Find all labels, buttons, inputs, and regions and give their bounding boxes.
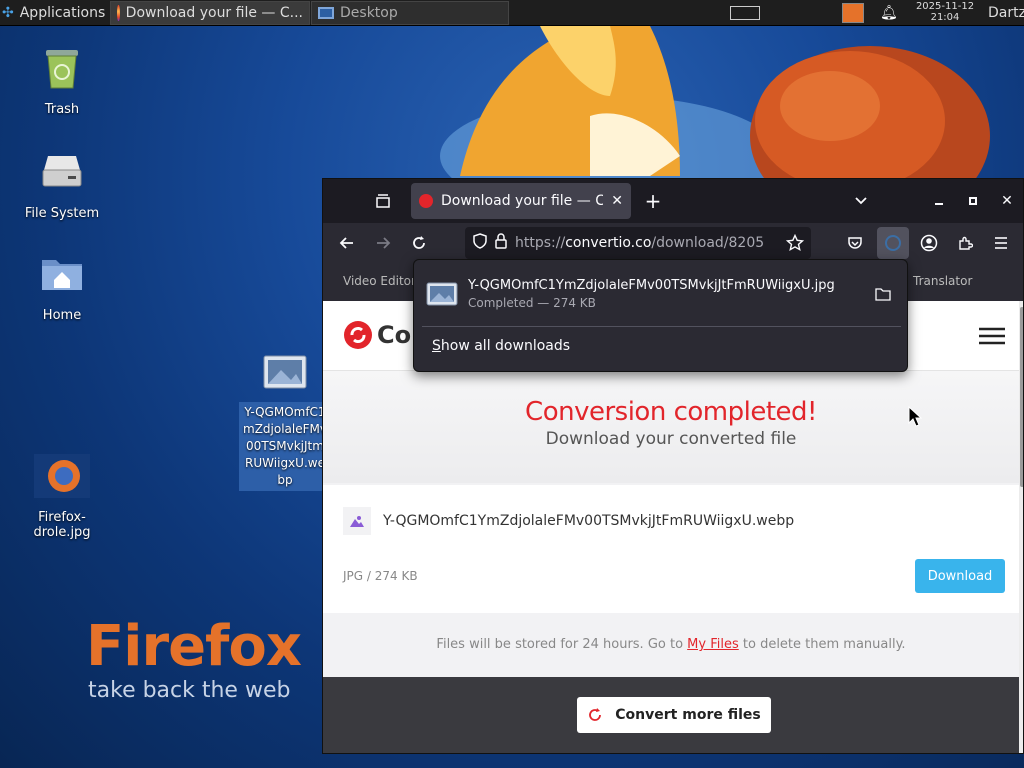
- convert-more-section: Convert more files: [323, 677, 1019, 753]
- home-folder-icon: [12, 250, 112, 302]
- task-desktop[interactable]: Desktop: [311, 1, 509, 25]
- lock-icon[interactable]: [495, 233, 507, 253]
- site-menu-icon[interactable]: [979, 327, 1005, 349]
- desktop-icon-firefox-jpg[interactable]: Firefox-drole.jpg: [12, 452, 112, 540]
- convertio-favicon-icon: [419, 194, 433, 208]
- divider: [422, 326, 901, 327]
- my-files-link[interactable]: My Files: [687, 637, 739, 652]
- trash-icon: [12, 44, 112, 96]
- webp-file-label: Y-QGMOmfC1mZdjolaleFMv00TSMvkjJtmRUWiigx…: [239, 402, 331, 491]
- applications-icon: ✣: [2, 5, 14, 21]
- extensions-puzzle-icon[interactable]: [953, 231, 977, 255]
- show-all-downloads-button[interactable]: Show all downloads: [432, 338, 570, 354]
- firefox-mascot-wallpaper: [440, 26, 990, 186]
- nav-toolbar: https://convertio.co/download/8205: [323, 223, 1023, 263]
- taskbar: ✣ Applications ≡ Download your file — C.…: [0, 0, 1024, 26]
- desktop-icon-webp-file[interactable]: Y-QGMOmfC1mZdjolaleFMv00TSMvkjJtmRUWiigx…: [236, 352, 334, 491]
- tracking-shield-icon[interactable]: [473, 233, 487, 253]
- convertio-logo[interactable]: Co: [343, 320, 411, 350]
- show-in-folder-icon[interactable]: [863, 287, 903, 301]
- converted-file-card: Y-QGMOmfC1YmZdjolaleFMv00TSMvkjJtFmRUWii…: [323, 485, 1019, 613]
- firefox-tray-icon[interactable]: [842, 0, 868, 26]
- hamburger-menu-icon[interactable]: [989, 231, 1013, 255]
- desktop-icon-trash[interactable]: Trash: [12, 44, 112, 117]
- download-image-thumbnail-icon: [420, 281, 464, 307]
- tab-download-your-file[interactable]: Download your file — Convertio ✕: [411, 183, 631, 219]
- download-progress-icon: [885, 235, 901, 251]
- firefox-icon: [117, 5, 120, 21]
- close-tab-icon[interactable]: ✕: [611, 193, 623, 209]
- download-item[interactable]: Y-QGMOmfC1YmZdjolaleFMv00TSMvkjJtFmRUWii…: [420, 266, 903, 322]
- convertio-logo-icon: [344, 321, 372, 349]
- new-tab-icon[interactable]: +: [641, 189, 665, 213]
- forward-arrow-icon[interactable]: [371, 231, 395, 255]
- download-file-name: Y-QGMOmfC1YmZdjolaleFMv00TSMvkjJtFmRUWii…: [468, 278, 835, 293]
- download-button[interactable]: Download: [915, 559, 1005, 593]
- wallpaper-brand: Firefox: [86, 614, 302, 679]
- convert-more-files-button[interactable]: Convert more files: [577, 697, 771, 733]
- workspace-switcher[interactable]: [730, 0, 762, 26]
- firefox-jpg-label: Firefox-drole.jpg: [33, 510, 91, 540]
- page-subtitle: Download your converted file: [545, 429, 797, 449]
- task-firefox[interactable]: Download your file — C...: [110, 1, 310, 25]
- converted-file-meta: JPG / 274 KB: [343, 569, 418, 583]
- url-text: https://convertio.co/download/8205: [515, 235, 765, 251]
- downloads-panel: Y-QGMOmfC1YmZdjolaleFMv00TSMvkjJtFmRUWii…: [413, 259, 908, 372]
- close-window-icon[interactable]: ✕: [995, 189, 1019, 213]
- clock[interactable]: 2025-11-12 21:04: [906, 1, 984, 23]
- url-bar[interactable]: https://convertio.co/download/8205: [465, 227, 811, 259]
- image-file-icon: [236, 352, 334, 396]
- pocket-icon[interactable]: [843, 231, 867, 255]
- maximize-icon[interactable]: [961, 189, 985, 213]
- nav-translator[interactable]: Translator: [913, 274, 972, 288]
- desktop-icon-home[interactable]: Home: [12, 250, 112, 323]
- scrollbar-thumb[interactable]: [1020, 307, 1023, 487]
- image-file-type-icon: [343, 507, 371, 535]
- minimize-icon[interactable]: [927, 189, 951, 213]
- refresh-red-icon: [589, 708, 602, 721]
- tab-list-icon[interactable]: [371, 189, 395, 213]
- back-arrow-icon[interactable]: [335, 231, 359, 255]
- account-icon[interactable]: [917, 231, 941, 255]
- notification-bell-icon[interactable]: 🔔︎: [880, 0, 900, 26]
- list-all-tabs-chevron-icon[interactable]: [849, 189, 873, 213]
- drive-icon: [12, 148, 112, 200]
- firefox-image-thumbnail-icon: [12, 452, 112, 504]
- storage-notice: Files will be stored for 24 hours. Go to…: [436, 637, 906, 652]
- desktop-icon-filesystem[interactable]: File System: [12, 148, 112, 221]
- browser-titlebar: Download your file — Convertio ✕ + ✕: [323, 179, 1023, 223]
- mouse-cursor-icon: [908, 406, 922, 427]
- page-scrollbar[interactable]: [1019, 301, 1023, 753]
- user-menu[interactable]: Dartz: [988, 0, 1024, 26]
- download-status: Completed — 274 KB: [468, 296, 596, 310]
- applications-menu[interactable]: ✣ Applications ≡: [2, 0, 110, 26]
- filesystem-label: File System: [24, 206, 100, 221]
- trash-label: Trash: [44, 102, 80, 117]
- bookmark-star-icon[interactable]: [783, 231, 807, 255]
- downloads-button[interactable]: [877, 227, 909, 259]
- converted-file-name: Y-QGMOmfC1YmZdjolaleFMv00TSMvkjJtFmRUWii…: [383, 513, 795, 529]
- home-label: Home: [42, 308, 82, 323]
- desktop-icon: [318, 7, 334, 19]
- wallpaper-tagline: take back the web: [88, 678, 291, 703]
- reload-icon[interactable]: [407, 231, 431, 255]
- nav-video-editor[interactable]: Video Editor: [343, 274, 416, 288]
